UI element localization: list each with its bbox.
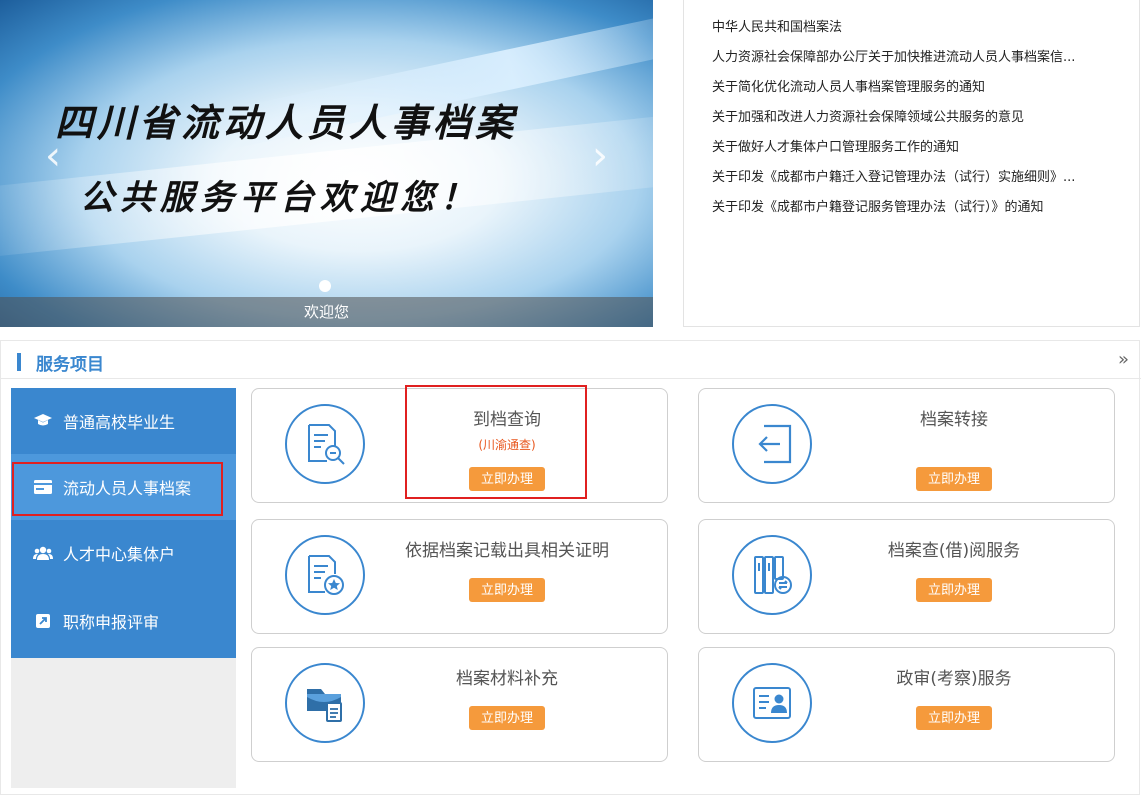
news-item[interactable]: 关于加强和改进人力资源社会保障领域公共服务的意见 bbox=[712, 108, 1122, 138]
apply-now-button[interactable]: 立即办理 bbox=[916, 467, 992, 491]
apply-now-button[interactable]: 立即办理 bbox=[469, 578, 545, 602]
apply-now-button[interactable]: 立即办理 bbox=[916, 578, 992, 602]
news-list: 中华人民共和国档案法 人力资源社会保障部办公厅关于加快推进流动人员人事档案信..… bbox=[683, 0, 1140, 327]
news-item[interactable]: 关于简化优化流动人员人事档案管理服务的通知 bbox=[712, 78, 1122, 108]
top-section: 四川省流动人员人事档案 公共服务平台欢迎您！ ‹ › 欢迎您 中华人民共和国档案… bbox=[0, 0, 1142, 330]
service-card-archive-transfer[interactable]: 档案转接 立即办理 bbox=[698, 388, 1115, 503]
sidebar-item-label: 人才中心集体户 bbox=[63, 545, 176, 564]
document-search-icon bbox=[285, 404, 365, 484]
banner-caption: 欢迎您 bbox=[0, 297, 653, 327]
chevron-right-icon[interactable]: › bbox=[585, 136, 615, 176]
service-card-issue-certificate[interactable]: 依据档案记载出具相关证明 立即办理 bbox=[251, 519, 668, 634]
welcome-banner[interactable]: 四川省流动人员人事档案 公共服务平台欢迎您！ ‹ › 欢迎您 bbox=[0, 0, 653, 327]
news-item[interactable]: 中华人民共和国档案法 bbox=[712, 18, 1122, 48]
news-item[interactable]: 关于做好人才集体户口管理服务工作的通知 bbox=[712, 138, 1122, 168]
service-card-political-review[interactable]: 政审(考察)服务 立即办理 bbox=[698, 647, 1115, 762]
apply-now-button[interactable]: 立即办理 bbox=[916, 706, 992, 730]
card-title: 档案转接 bbox=[920, 410, 988, 430]
service-card-archive-material-supplement[interactable]: 档案材料补充 立即办理 bbox=[251, 647, 668, 762]
sidebar-item-title-evaluation[interactable]: 职称申报评审 bbox=[11, 588, 236, 654]
arrow-in-icon bbox=[732, 404, 812, 484]
highlight-box-card bbox=[405, 385, 587, 499]
binders-icon bbox=[732, 535, 812, 615]
service-category-sidebar: 普通高校毕业生 流动人员人事档案 人才中心集体户 职称申报评审 bbox=[11, 388, 236, 788]
banner-title-line1: 四川省流动人员人事档案 bbox=[55, 100, 518, 145]
card-title: 档案材料补充 bbox=[456, 669, 558, 689]
services-header: 服务项目 » bbox=[1, 341, 1141, 379]
profile-card-icon bbox=[732, 663, 812, 743]
sidebar-item-label: 职称申报评审 bbox=[63, 613, 160, 632]
users-icon bbox=[33, 544, 53, 562]
service-card-archive-consult[interactable]: 档案查(借)阅服务 立即办理 bbox=[698, 519, 1115, 634]
news-item[interactable]: 人力资源社会保障部办公厅关于加快推进流动人员人事档案信... bbox=[712, 48, 1122, 78]
sidebar-item-graduates[interactable]: 普通高校毕业生 bbox=[11, 388, 236, 454]
sidebar-item-label: 普通高校毕业生 bbox=[63, 413, 176, 432]
card-title: 依据档案记载出具相关证明 bbox=[405, 541, 609, 561]
external-link-icon bbox=[33, 612, 53, 630]
sidebar-item-collective-household[interactable]: 人才中心集体户 bbox=[11, 520, 236, 586]
card-title: 政审(考察)服务 bbox=[896, 669, 1012, 689]
header-accent-bar bbox=[17, 353, 21, 371]
news-item[interactable]: 关于印发《成都市户籍登记服务管理办法（试行）》的通知 bbox=[712, 198, 1122, 228]
certificate-icon bbox=[285, 535, 365, 615]
carousel-dot[interactable] bbox=[319, 280, 331, 292]
news-item[interactable]: 关于印发《成都市户籍迁入登记管理办法（试行）实施细则》... bbox=[712, 168, 1122, 198]
card-title: 档案查(借)阅服务 bbox=[887, 541, 1021, 561]
services-title: 服务项目 bbox=[36, 355, 104, 375]
chevron-left-icon[interactable]: ‹ bbox=[38, 136, 68, 176]
banner-title-line2: 公共服务平台欢迎您！ bbox=[80, 178, 480, 218]
sidebar-menu: 普通高校毕业生 流动人员人事档案 人才中心集体户 职称申报评审 bbox=[11, 388, 236, 658]
apply-now-button[interactable]: 立即办理 bbox=[469, 706, 545, 730]
folder-add-icon bbox=[285, 663, 365, 743]
more-link[interactable]: » bbox=[1118, 349, 1129, 370]
highlight-box-sidebar bbox=[12, 462, 223, 516]
graduation-cap-icon bbox=[33, 412, 53, 430]
